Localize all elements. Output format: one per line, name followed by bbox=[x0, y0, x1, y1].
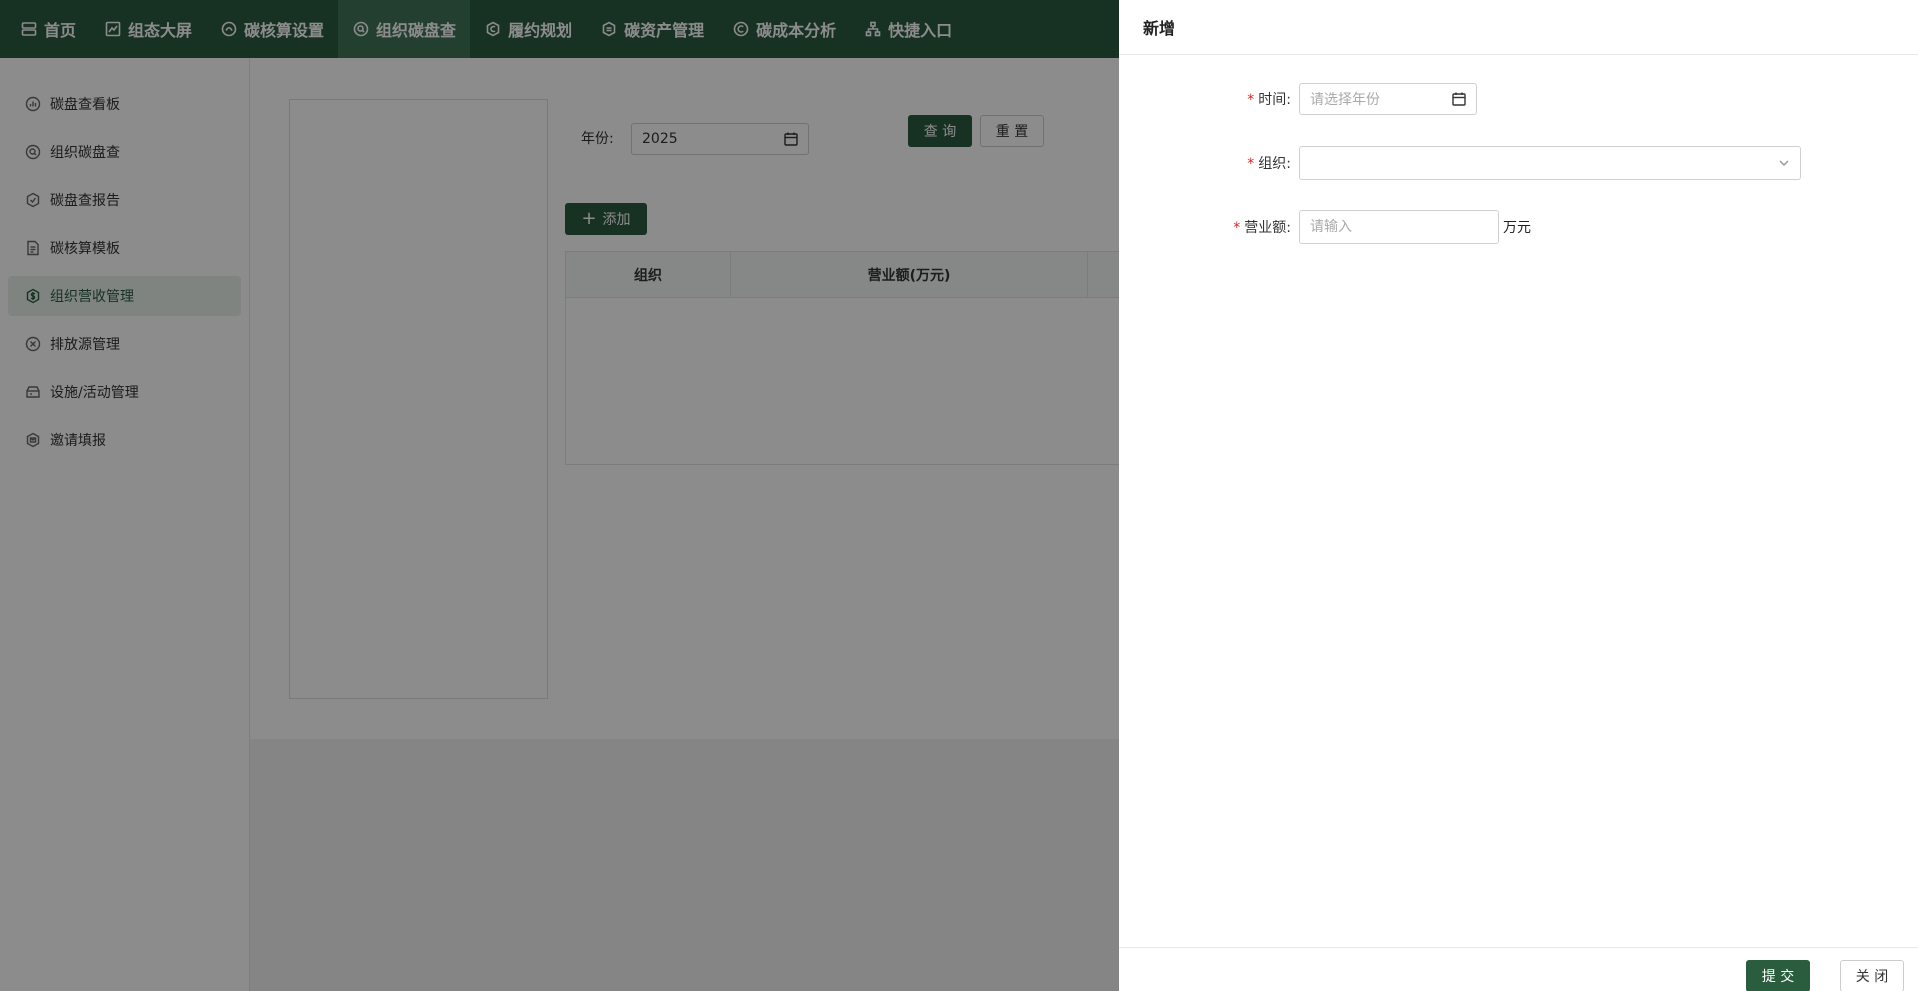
form-row-org: * 组织: bbox=[1119, 146, 1801, 180]
time-year-picker[interactable]: 请选择年份 bbox=[1299, 83, 1477, 115]
drawer-footer: 提 交 关 闭 bbox=[1119, 947, 1918, 991]
time-year-placeholder: 请选择年份 bbox=[1310, 92, 1380, 108]
calendar-icon bbox=[1452, 92, 1466, 106]
revenue-input[interactable] bbox=[1299, 210, 1499, 244]
form-row-time: * 时间: 请选择年份 bbox=[1119, 83, 1477, 115]
drawer-title: 新增 bbox=[1119, 0, 1918, 55]
required-mark: * bbox=[1247, 156, 1255, 172]
required-mark: * bbox=[1233, 220, 1241, 236]
add-drawer: 新增 *时间: 请选择年份 *组织: *营业额: 万元 提 交 关 闭 bbox=[1119, 0, 1918, 991]
required-mark: * bbox=[1247, 92, 1255, 108]
org-label: * 组织: bbox=[1119, 153, 1299, 173]
revenue-label-text: 营业额: bbox=[1244, 220, 1291, 236]
time-label: * 时间: bbox=[1119, 89, 1299, 109]
chevron-down-icon bbox=[1778, 157, 1790, 169]
org-label-text: 组织: bbox=[1258, 156, 1291, 172]
revenue-unit: 万元 bbox=[1503, 220, 1531, 236]
time-label-text: 时间: bbox=[1258, 92, 1291, 108]
revenue-label: * 营业额: bbox=[1119, 217, 1299, 237]
org-select[interactable] bbox=[1299, 146, 1801, 180]
close-button[interactable]: 关 闭 bbox=[1840, 960, 1904, 991]
submit-button[interactable]: 提 交 bbox=[1746, 960, 1810, 991]
form-row-revenue: *营业额: 万元 bbox=[1119, 210, 1531, 244]
